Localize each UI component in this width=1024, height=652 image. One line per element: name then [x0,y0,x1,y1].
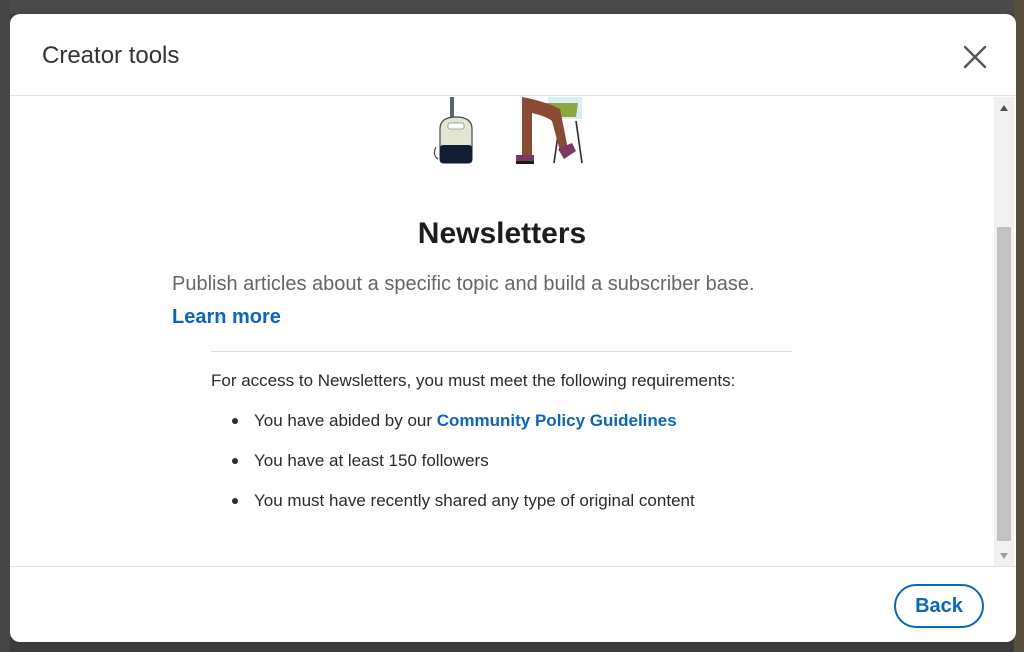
scroll-down-arrow[interactable] [994,547,1014,565]
requirement-followers-text: You have at least 150 followers [254,451,489,470]
feature-title: Newsletters [417,217,587,250]
requirement-item-policy: You have abided by our Community Policy … [228,409,695,449]
triangle-down-icon [1000,553,1008,559]
requirement-content-text: You must have recently shared any type o… [254,491,695,510]
page-backdrop-top [0,0,1024,14]
modal-body: Newsletters Publish articles about a spe… [10,97,1016,567]
requirements-intro: For access to Newsletters, you must meet… [211,371,736,390]
feature-description: Publish articles about a specific topic … [172,273,755,295]
bullet-icon [232,418,238,424]
requirements-list: You have abided by our Community Policy … [228,409,695,529]
bullet-icon [232,458,238,464]
modal-header: Creator tools [10,14,1016,96]
triangle-up-icon [1000,105,1008,111]
scrollbar-thumb[interactable] [997,227,1011,541]
newsletter-illustration [433,97,583,164]
bullet-icon [232,498,238,504]
vertical-scrollbar[interactable] [994,97,1014,567]
community-policy-link[interactable]: Community Policy Guidelines [437,411,677,430]
creator-tools-modal: Creator tools Newsletters Publish articl… [10,14,1016,642]
requirement-item-content: You must have recently shared any type o… [228,489,695,529]
close-button[interactable] [956,38,994,76]
section-divider [211,351,792,352]
requirement-policy-text: You have abided by our [254,411,437,430]
back-button[interactable]: Back [894,584,984,628]
modal-footer: Back [10,566,1016,642]
close-icon [963,45,987,69]
page-backdrop-left [0,0,10,652]
modal-title: Creator tools [42,42,180,69]
requirement-item-followers: You have at least 150 followers [228,449,695,489]
learn-more-link[interactable]: Learn more [172,306,281,329]
scroll-up-arrow[interactable] [994,99,1014,117]
